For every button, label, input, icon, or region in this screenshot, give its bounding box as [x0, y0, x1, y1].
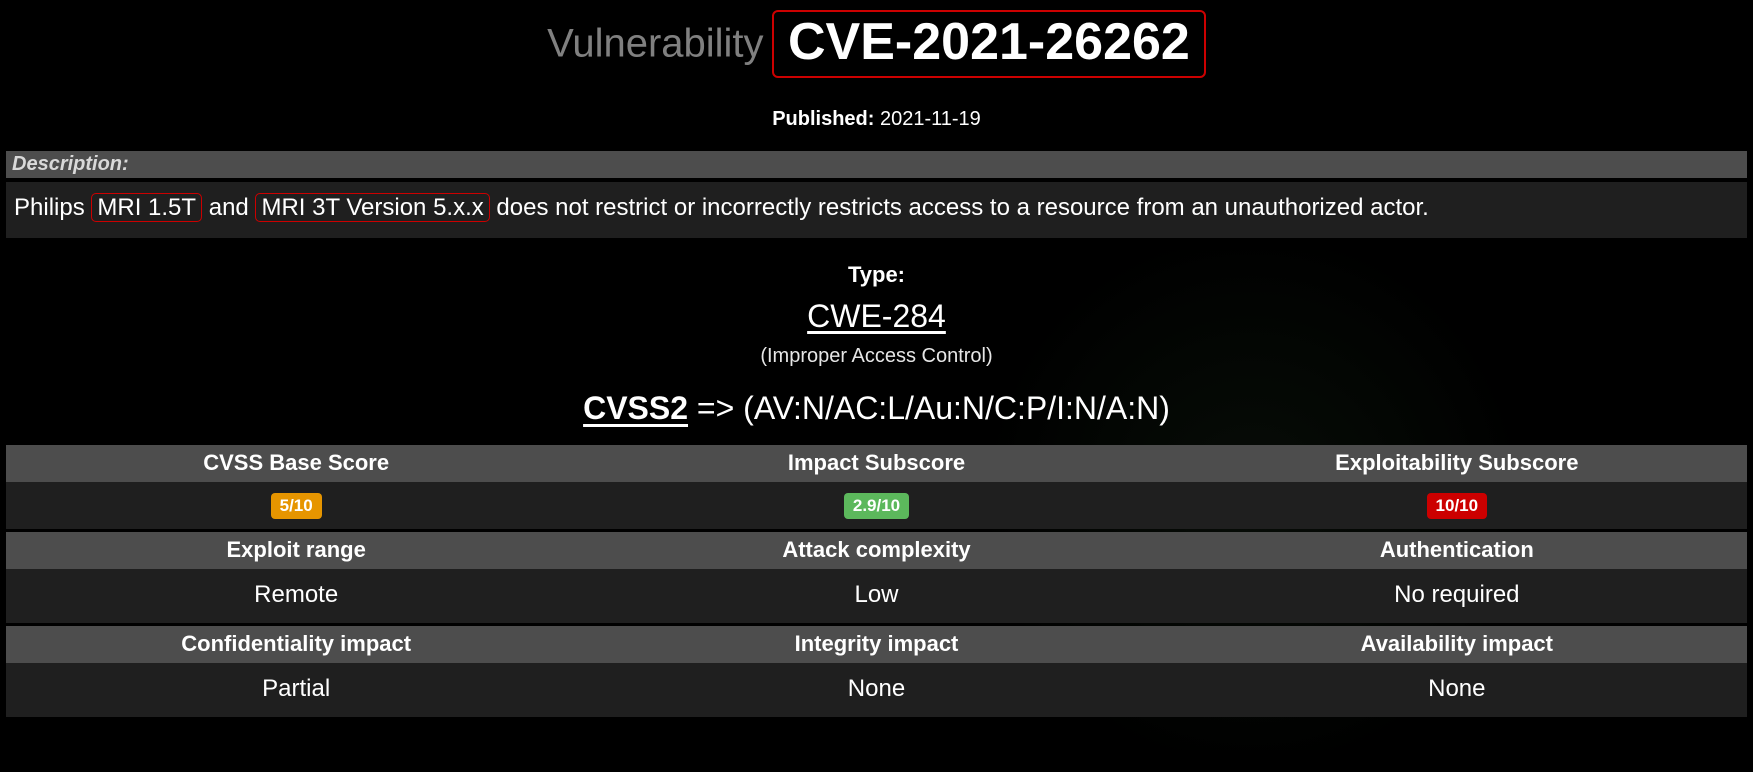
attr-head-complex: Attack complexity: [586, 532, 1166, 569]
score-cell-exploit: 10/10: [1167, 482, 1747, 529]
score-head-exploit: Exploitability Subscore: [1167, 445, 1747, 482]
attr-cell-complex: Low: [586, 569, 1166, 623]
score-badge-exploit: 10/10: [1427, 493, 1488, 519]
cwe-link[interactable]: CWE-284: [807, 298, 946, 334]
impact-head-conf: Confidentiality impact: [6, 626, 586, 663]
desc-part2: and: [202, 194, 255, 221]
metrics-grid: CVSS Base Score Impact Subscore Exploita…: [6, 445, 1747, 717]
published-date: 2021-11-19: [880, 108, 981, 130]
score-cell-impact: 2.9/10: [586, 482, 1166, 529]
attr-cell-range: Remote: [6, 569, 586, 623]
cvss-arrow: =>: [688, 390, 743, 426]
cve-id: CVE-2021-26262: [788, 13, 1190, 71]
attr-head-auth: Authentication: [1167, 532, 1747, 569]
score-badge-impact: 2.9/10: [844, 493, 909, 519]
published-label: Published:: [772, 108, 874, 130]
score-cell-base: 5/10: [6, 482, 586, 529]
impact-head-integ: Integrity impact: [586, 626, 1166, 663]
vulnerability-label: Vulnerability: [547, 22, 763, 66]
cve-box: CVE-2021-26262: [772, 10, 1206, 78]
published-row: Published: 2021-11-19: [0, 108, 1753, 131]
desc-part1: Philips: [14, 194, 91, 221]
impact-head-avail: Availability impact: [1167, 626, 1747, 663]
attr-head-range: Exploit range: [6, 532, 586, 569]
impact-cell-integ: None: [586, 663, 1166, 717]
type-label: Type:: [0, 262, 1753, 288]
impact-cell-conf: Partial: [6, 663, 586, 717]
score-head-impact: Impact Subscore: [586, 445, 1166, 482]
description-header: Description:: [6, 151, 1747, 178]
cwe-description: (Improper Access Control): [0, 345, 1753, 368]
attr-cell-auth: No required: [1167, 569, 1747, 623]
type-block: Type: CWE-284 (Improper Access Control): [0, 262, 1753, 368]
desc-highlight-mri15t: MRI 1.5T: [91, 193, 202, 222]
cvss-row: CVSS2 => (AV:N/AC:L/Au:N/C:P/I:N/A:N): [0, 390, 1753, 427]
desc-part3: does not restrict or incorrectly restric…: [490, 194, 1429, 221]
page-title: Vulnerability CVE-2021-26262: [0, 10, 1753, 78]
impact-cell-avail: None: [1167, 663, 1747, 717]
score-badge-base: 5/10: [271, 493, 322, 519]
cvss-vector: (AV:N/AC:L/Au:N/C:P/I:N/A:N): [743, 390, 1170, 426]
score-head-base: CVSS Base Score: [6, 445, 586, 482]
cvss-label: CVSS2: [583, 390, 688, 426]
desc-highlight-mri3t: MRI 3T Version 5.x.x: [255, 193, 489, 222]
description-body: Philips MRI 1.5T and MRI 3T Version 5.x.…: [6, 182, 1747, 238]
